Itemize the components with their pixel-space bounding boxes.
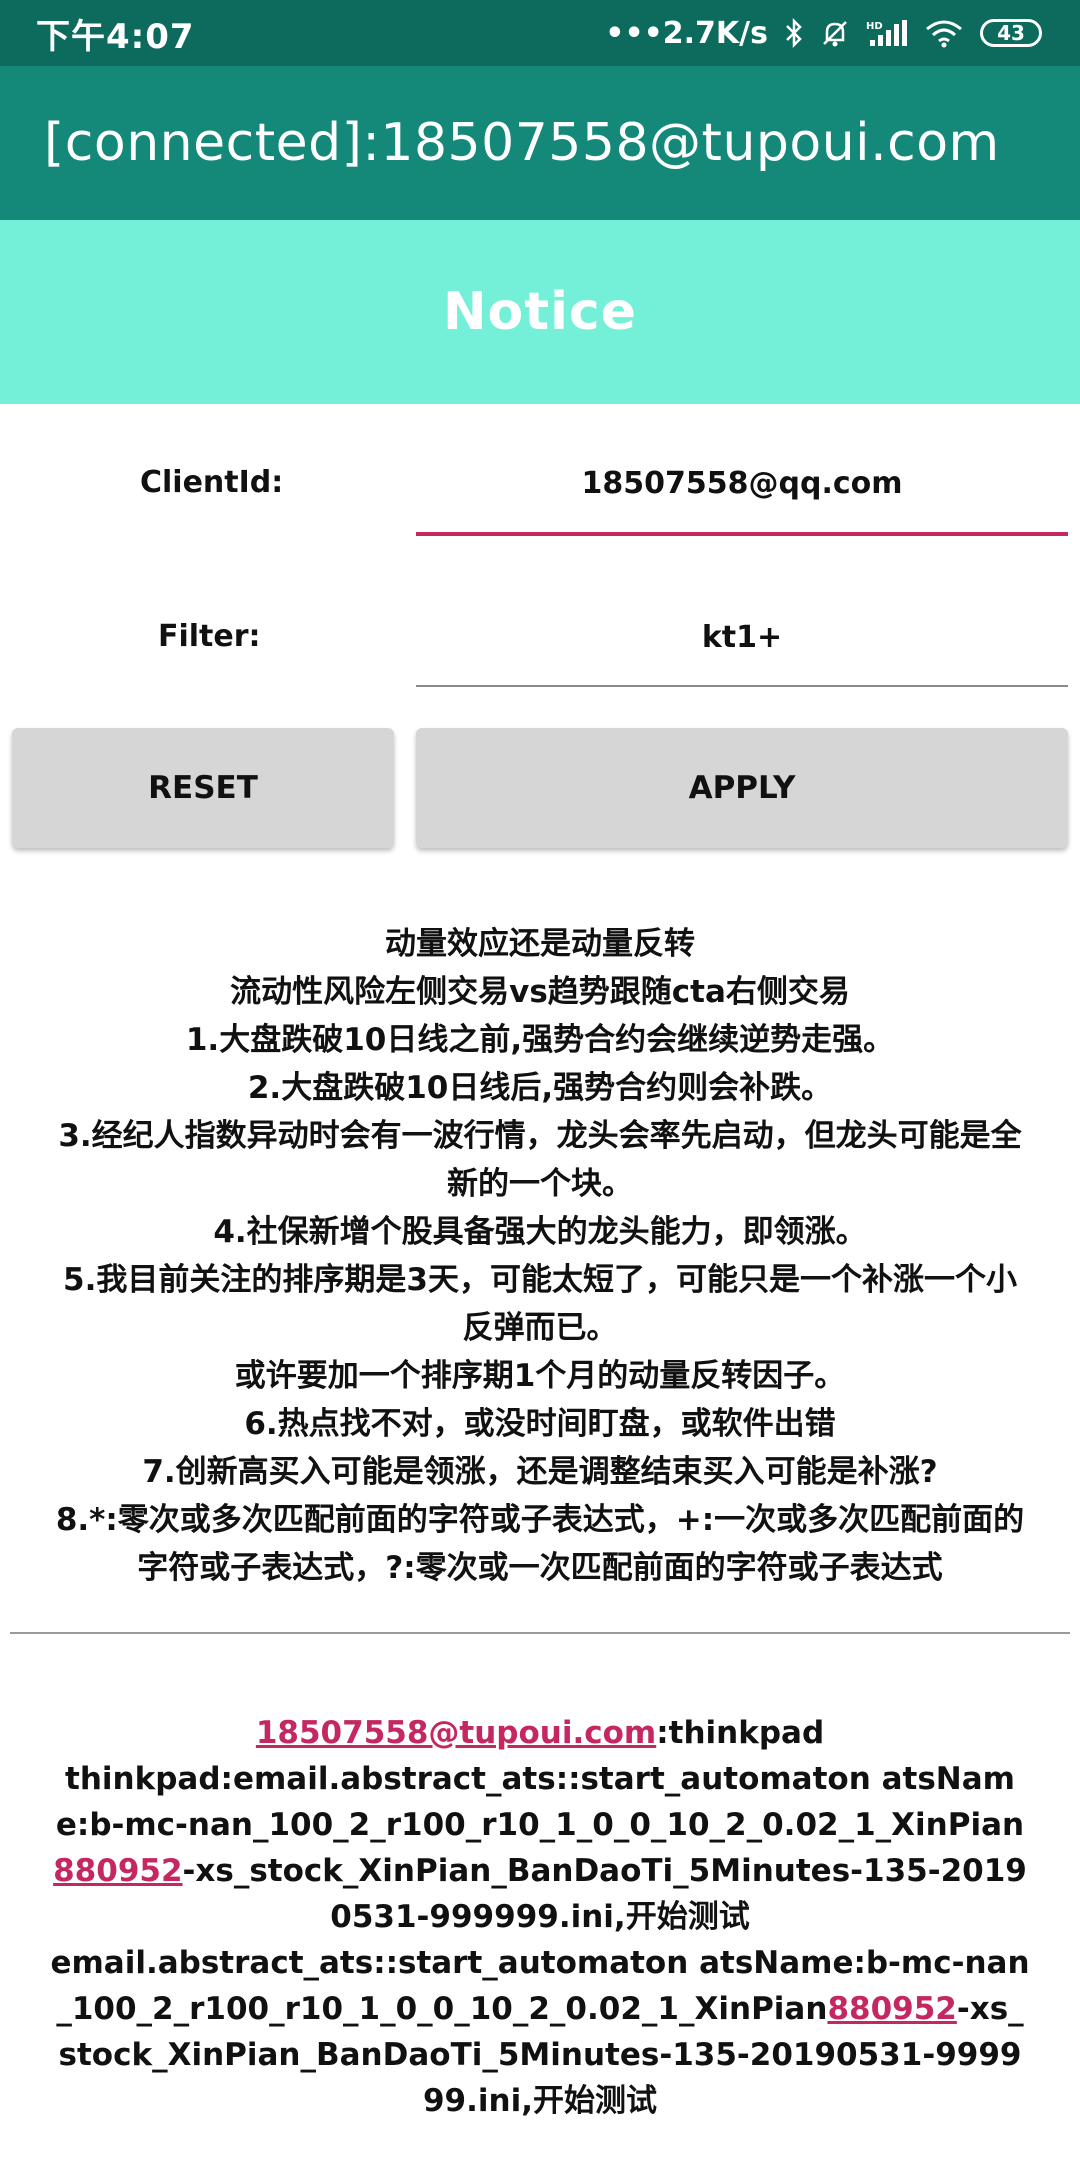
note-line: 1.大盘跌破10日线之前,强势合约会继续逆势走强。 [185, 1022, 895, 1058]
svg-text:HD: HD [866, 21, 883, 32]
log-message-1-prefix: thinkpad:email.abstract_ats::start_autom… [55, 1761, 1025, 1843]
status-icons: •••2.7K/s HD 43 [605, 16, 1042, 51]
filter-input[interactable] [416, 614, 1068, 660]
note-line: 流动性风险左侧交易vs趋势跟随cta右侧交易 [230, 974, 850, 1010]
mute-bell-icon [820, 18, 850, 48]
log-sender-line: 18507558@tupoui.com:thinkpad [50, 1710, 1030, 1756]
log-message-1: thinkpad:email.abstract_ats::start_autom… [50, 1756, 1030, 1940]
phone-link[interactable]: 880952 [827, 1991, 956, 2027]
sender-email-link[interactable]: 18507558@tupoui.com [256, 1715, 656, 1751]
note-line: 7.创新高买入可能是领涨，还是调整结束买入可能是补涨? [142, 1454, 938, 1490]
filter-label: Filter: [158, 619, 261, 654]
notice-title: Notice [442, 282, 638, 342]
note-line: 动量效应还是动量反转 [385, 926, 695, 962]
status-time: 下午4:07 [36, 16, 195, 57]
note-line: 8.*:零次或多次匹配前面的字符或子表达式，+:一次或多次匹配前面的字符或子表达… [55, 1502, 1025, 1586]
client-id-underline [416, 532, 1068, 536]
hd-signal-icon: HD [866, 18, 908, 48]
log-message-2: email.abstract_ats::start_automaton atsN… [50, 1940, 1030, 2124]
phone-link[interactable]: 880952 [53, 1853, 182, 1889]
network-speed: •••2.7K/s [605, 15, 768, 51]
note-line: 4.社保新增个股具备强大的龙头能力，即领涨。 [213, 1214, 867, 1250]
filter-underline [416, 685, 1068, 687]
notice-banner: Notice [0, 220, 1080, 404]
connection-title: [connected]:18507558@tupoui.com [44, 113, 1000, 173]
note-line: 5.我目前关注的排序期是3天，可能太短了，可能只是一个补涨一个小反弹而已。 [63, 1262, 1017, 1346]
reset-button[interactable]: RESET [12, 728, 394, 848]
client-id-input[interactable] [416, 460, 1068, 506]
log-message-1-suffix: -xs_stock_XinPian_BanDaoTi_5Minutes-135-… [182, 1853, 1027, 1935]
note-line: 或许要加一个排序期1个月的动量反转因子。 [234, 1358, 846, 1394]
client-id-label: ClientId: [140, 465, 284, 500]
wifi-icon [924, 18, 964, 48]
status-bar: 下午4:07 •••2.7K/s HD 43 [0, 0, 1080, 66]
note-line: 2.大盘跌破10日线后,强势合约则会补跌。 [247, 1070, 833, 1106]
divider [10, 1632, 1070, 1634]
battery-icon: 43 [980, 19, 1042, 47]
sender-suffix: :thinkpad [656, 1715, 825, 1751]
apply-button[interactable]: APPLY [416, 728, 1068, 848]
app-bar: [connected]:18507558@tupoui.com [0, 66, 1080, 220]
message-log: 18507558@tupoui.com:thinkpad thinkpad:em… [50, 1710, 1030, 2124]
bluetooth-icon [784, 18, 804, 48]
note-line: 6.热点找不对，或没时间盯盘，或软件出错 [244, 1406, 836, 1442]
note-line: 3.经纪人指数异动时会有一波行情，龙头会率先启动，但龙头可能是全新的一个块。 [58, 1118, 1022, 1202]
notes-text: 动量效应还是动量反转 流动性风险左侧交易vs趋势跟随cta右侧交易 1.大盘跌破… [50, 920, 1030, 1592]
